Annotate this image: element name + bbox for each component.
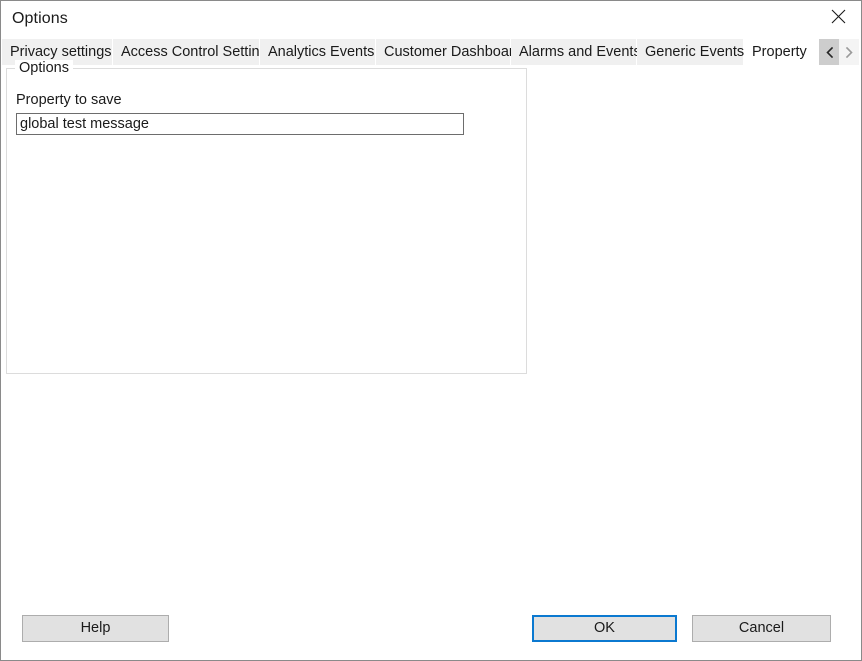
tab-scroll-right-button[interactable]: [839, 39, 859, 65]
tab-scroll-buttons: [819, 39, 859, 65]
cancel-button[interactable]: Cancel: [692, 615, 831, 642]
options-dialog-window: Options Privacy settings Access Control …: [0, 0, 862, 661]
tab-alarms-and-events[interactable]: Alarms and Events: [511, 39, 641, 65]
tab-property[interactable]: Property: [744, 38, 815, 65]
dialog-footer: Help OK Cancel: [2, 595, 861, 660]
tab-generic-events[interactable]: Generic Events: [637, 39, 744, 65]
options-group-box: Options Property to save: [6, 60, 527, 374]
tab-list: Privacy settings Access Control Settings…: [2, 38, 815, 65]
tab-analytics-events[interactable]: Analytics Events: [260, 39, 376, 65]
tab-strip: Privacy settings Access Control Settings…: [1, 38, 861, 65]
ok-button[interactable]: OK: [532, 615, 677, 642]
close-icon: [831, 9, 846, 24]
property-to-save-label: Property to save: [16, 92, 122, 108]
window-title: Options: [12, 10, 68, 27]
property-to-save-input[interactable]: [16, 113, 464, 135]
group-box-title: Options: [15, 60, 73, 76]
title-bar: Options: [1, 1, 861, 38]
tab-customer-dashboard[interactable]: Customer Dashboard: [376, 39, 522, 65]
tab-access-control-settings[interactable]: Access Control Settings: [113, 39, 275, 65]
tab-scroll-left-button[interactable]: [819, 39, 839, 65]
help-button[interactable]: Help: [22, 615, 169, 642]
tab-page-property: Options Property to save: [2, 60, 861, 595]
close-button[interactable]: [815, 1, 861, 31]
